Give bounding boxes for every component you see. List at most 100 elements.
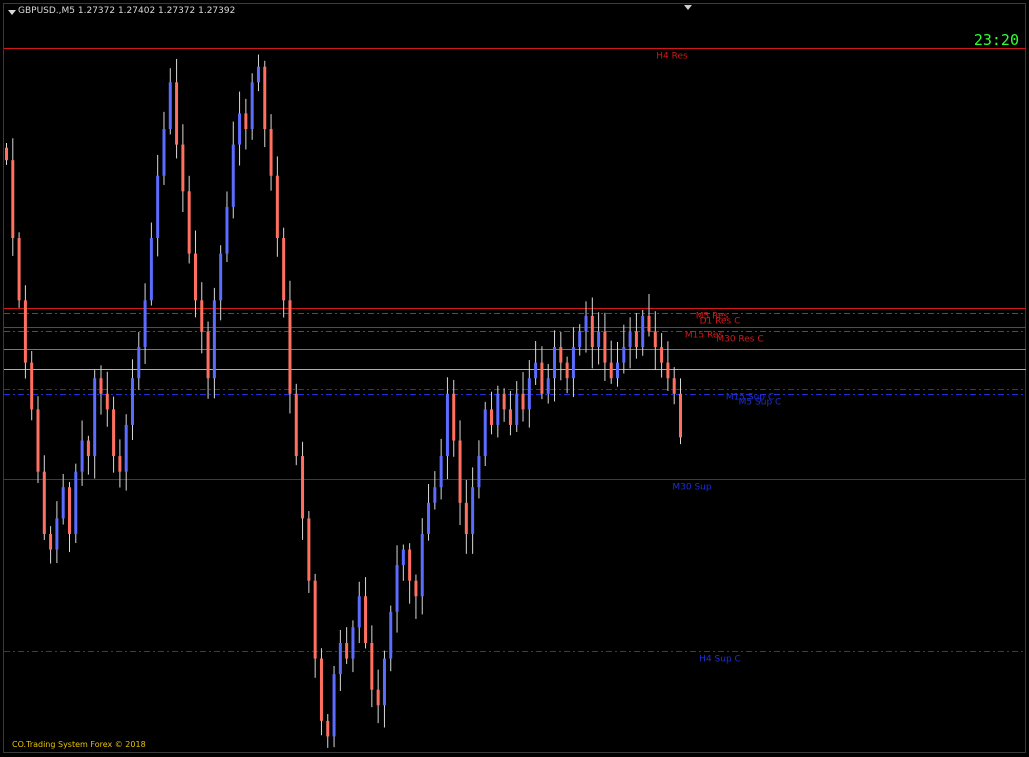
candle — [490, 391, 494, 435]
candle — [559, 332, 563, 381]
candle — [313, 573, 317, 678]
bull-candle-body — [74, 471, 78, 534]
bull-candle-body — [616, 362, 620, 379]
bull-candle-body — [93, 378, 97, 457]
bear-candle-body — [288, 300, 292, 394]
level-label-d1-res-c: D1 Res C — [700, 317, 741, 327]
bull-candle-body — [546, 378, 550, 394]
candle — [477, 440, 481, 499]
bear-candle-body — [206, 331, 210, 379]
bull-candle-body — [420, 533, 424, 597]
candle — [553, 330, 557, 402]
level-label-h4-res: H4 Res — [656, 52, 688, 62]
bear-candle-body — [609, 362, 613, 379]
candle — [42, 455, 46, 540]
candle — [11, 138, 15, 256]
bear-candle-body — [200, 300, 204, 332]
bear-candle-body — [86, 440, 90, 457]
bull-candle-body — [231, 144, 235, 207]
candle — [200, 282, 204, 354]
candle — [666, 341, 670, 391]
level-labels: H4 ResM5 ResD1 Res CM15 ResM30 Res CM15 … — [656, 52, 781, 665]
bull-candle-body — [332, 674, 336, 737]
candle — [162, 111, 166, 185]
candle — [597, 312, 601, 365]
bear-candle-body — [458, 440, 462, 503]
bear-candle-body — [326, 720, 330, 737]
bull-candle-body — [584, 315, 588, 332]
bear-candle-body — [105, 393, 109, 410]
bear-candle-body — [313, 580, 317, 659]
bull-candle-body — [219, 253, 223, 301]
bull-candle-body — [250, 82, 254, 130]
bull-candle-body — [527, 378, 531, 410]
bear-candle-body — [294, 393, 298, 457]
bull-candle-body — [427, 502, 431, 534]
bull-candle-body — [162, 129, 166, 176]
chart-window[interactable]: H4 Res M5 Res D1 Res C M15 Res M30 Res C M15 … — [0, 0, 1029, 757]
candle — [433, 471, 437, 510]
bear-candle-body — [42, 471, 46, 534]
candle — [464, 479, 468, 554]
bear-candle-body — [345, 642, 349, 659]
bear-candle-body — [36, 409, 40, 472]
level-label-m30-sup: M30 Sup — [672, 483, 711, 493]
bear-candle-body — [540, 362, 544, 394]
candles — [5, 54, 682, 748]
symbol-menu-icon[interactable] — [8, 10, 16, 15]
candle — [527, 360, 531, 428]
candle — [345, 627, 349, 664]
bull-candle-body — [143, 300, 147, 348]
candle — [338, 629, 342, 692]
candle — [238, 91, 242, 166]
bull-candle-body — [401, 549, 405, 566]
candle — [256, 54, 260, 92]
bear-candle-body — [647, 315, 651, 332]
symbol-header: GBPUSD.,M5 1.27372 1.27402 1.27372 1.273… — [18, 6, 236, 16]
bull-candle-body — [641, 315, 645, 348]
bull-candle-body — [439, 456, 443, 488]
candle — [23, 285, 27, 379]
candle — [351, 620, 355, 673]
candle — [471, 467, 475, 554]
bull-candle-body — [382, 658, 386, 706]
candle — [483, 401, 487, 467]
bull-candle-body — [477, 456, 481, 488]
candle — [515, 381, 519, 432]
candle — [420, 518, 424, 615]
candle — [609, 340, 613, 384]
bear-candle-body — [5, 147, 8, 161]
bear-candle-body — [464, 502, 468, 534]
bear-candle-body — [187, 191, 191, 254]
bull-candle-body — [395, 565, 399, 612]
candle — [181, 124, 185, 213]
candle — [540, 346, 544, 400]
bear-candle-body — [603, 331, 607, 363]
bear-candle-body — [364, 596, 368, 643]
bear-candle-body — [99, 378, 103, 394]
bull-candle-body — [238, 113, 242, 145]
candle — [137, 331, 141, 390]
candle — [508, 390, 512, 436]
candle — [389, 605, 393, 672]
candle — [93, 370, 97, 479]
candle — [616, 342, 620, 387]
chart-shift-icon[interactable] — [684, 5, 692, 10]
candle — [74, 463, 78, 544]
candle — [622, 324, 626, 374]
bull-candle-body — [130, 378, 134, 425]
bull-candle-body — [225, 206, 229, 254]
candle — [86, 435, 90, 475]
bear-candle-body — [653, 331, 657, 348]
candle — [156, 154, 160, 257]
price-chart[interactable]: H4 ResM5 ResD1 Res CM15 ResM30 Res CM15 … — [0, 0, 1029, 757]
candle — [395, 545, 399, 633]
bear-candle-body — [11, 160, 15, 239]
bear-candle-body — [175, 82, 179, 145]
candle — [36, 396, 40, 484]
bear-candle-body — [370, 642, 374, 690]
bear-candle-body — [30, 362, 34, 410]
bull-candle-body — [483, 409, 487, 457]
bear-candle-body — [319, 658, 323, 721]
bear-candle-body — [414, 580, 418, 597]
